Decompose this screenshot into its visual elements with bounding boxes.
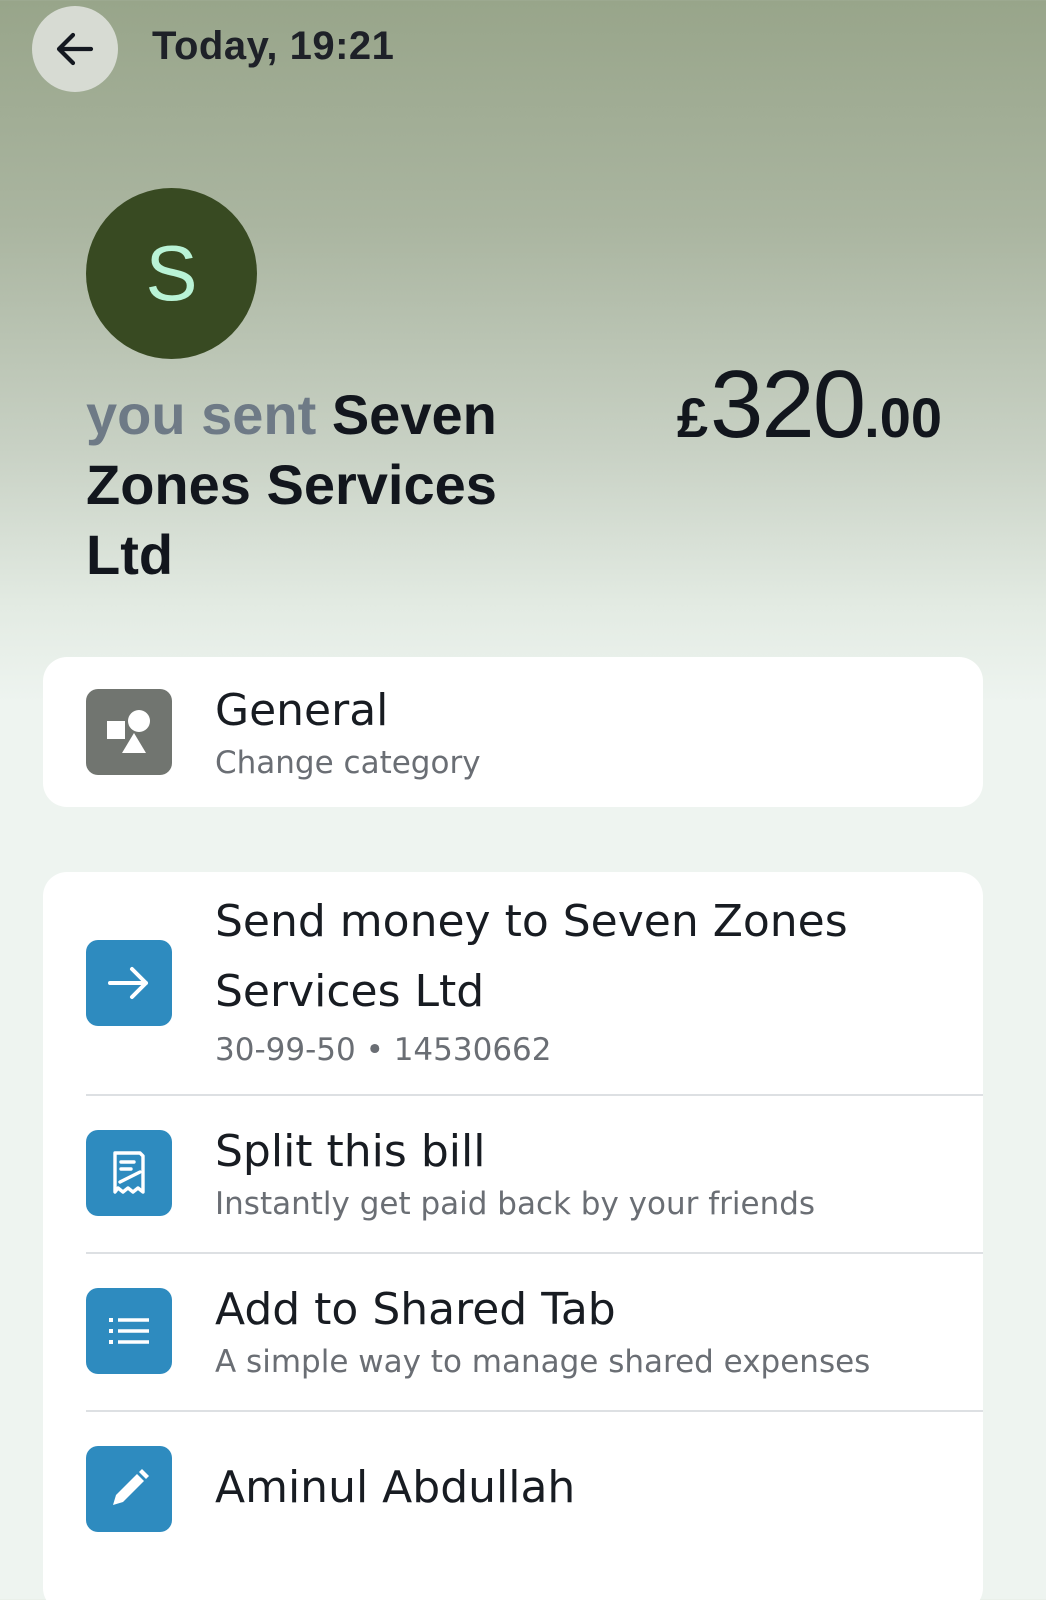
category-title: General [215,685,389,736]
send-money-title-line2: Services Ltd [215,966,485,1017]
transaction-amount: £ 320 .00 [677,350,942,460]
header-bar: Today, 19:21 [0,0,1046,100]
arrow-left-icon [56,32,94,66]
divider [86,1252,983,1254]
transaction-title: you sent Seven Zones Services Ltd [86,380,556,590]
note-title: Aminul Abdullah [215,1462,576,1513]
shared-tab-icon-box [86,1288,172,1374]
note-icon-box [86,1446,172,1532]
amount-minor: .00 [864,386,942,449]
currency-symbol: £ [676,386,708,449]
transaction-time: Today, 19:21 [152,24,395,68]
split-bill-icon-box [86,1130,172,1216]
divider [86,1094,983,1096]
category-icon [86,689,172,775]
split-bill-title: Split this bill [215,1126,486,1177]
category-subtitle: Change category [215,745,481,781]
shared-tab-subtitle: A simple way to manage shared expenses [215,1344,871,1380]
shapes-icon [107,710,150,753]
account-details: 30-99-50 • 14530662 [215,1032,552,1068]
title-prefix: you sent [86,383,317,446]
category-card[interactable]: General Change category [43,657,983,807]
divider [86,1410,983,1412]
list-icon [109,1318,149,1344]
actions-card: Send money to Seven Zones Services Ltd 3… [43,872,983,1600]
pencil-icon [113,1469,149,1505]
back-button[interactable] [32,6,118,92]
split-bill-subtitle: Instantly get paid back by your friends [215,1186,816,1222]
avatar-letter: S [145,229,198,317]
shared-tab-title: Add to Shared Tab [215,1284,616,1335]
receipt-icon [113,1151,145,1194]
avatar: S [86,188,257,359]
send-money-icon-box [86,940,172,1026]
arrow-right-icon [108,967,148,999]
send-money-title-line1: Send money to Seven Zones [215,896,848,947]
amount-major: 320 [709,351,866,458]
